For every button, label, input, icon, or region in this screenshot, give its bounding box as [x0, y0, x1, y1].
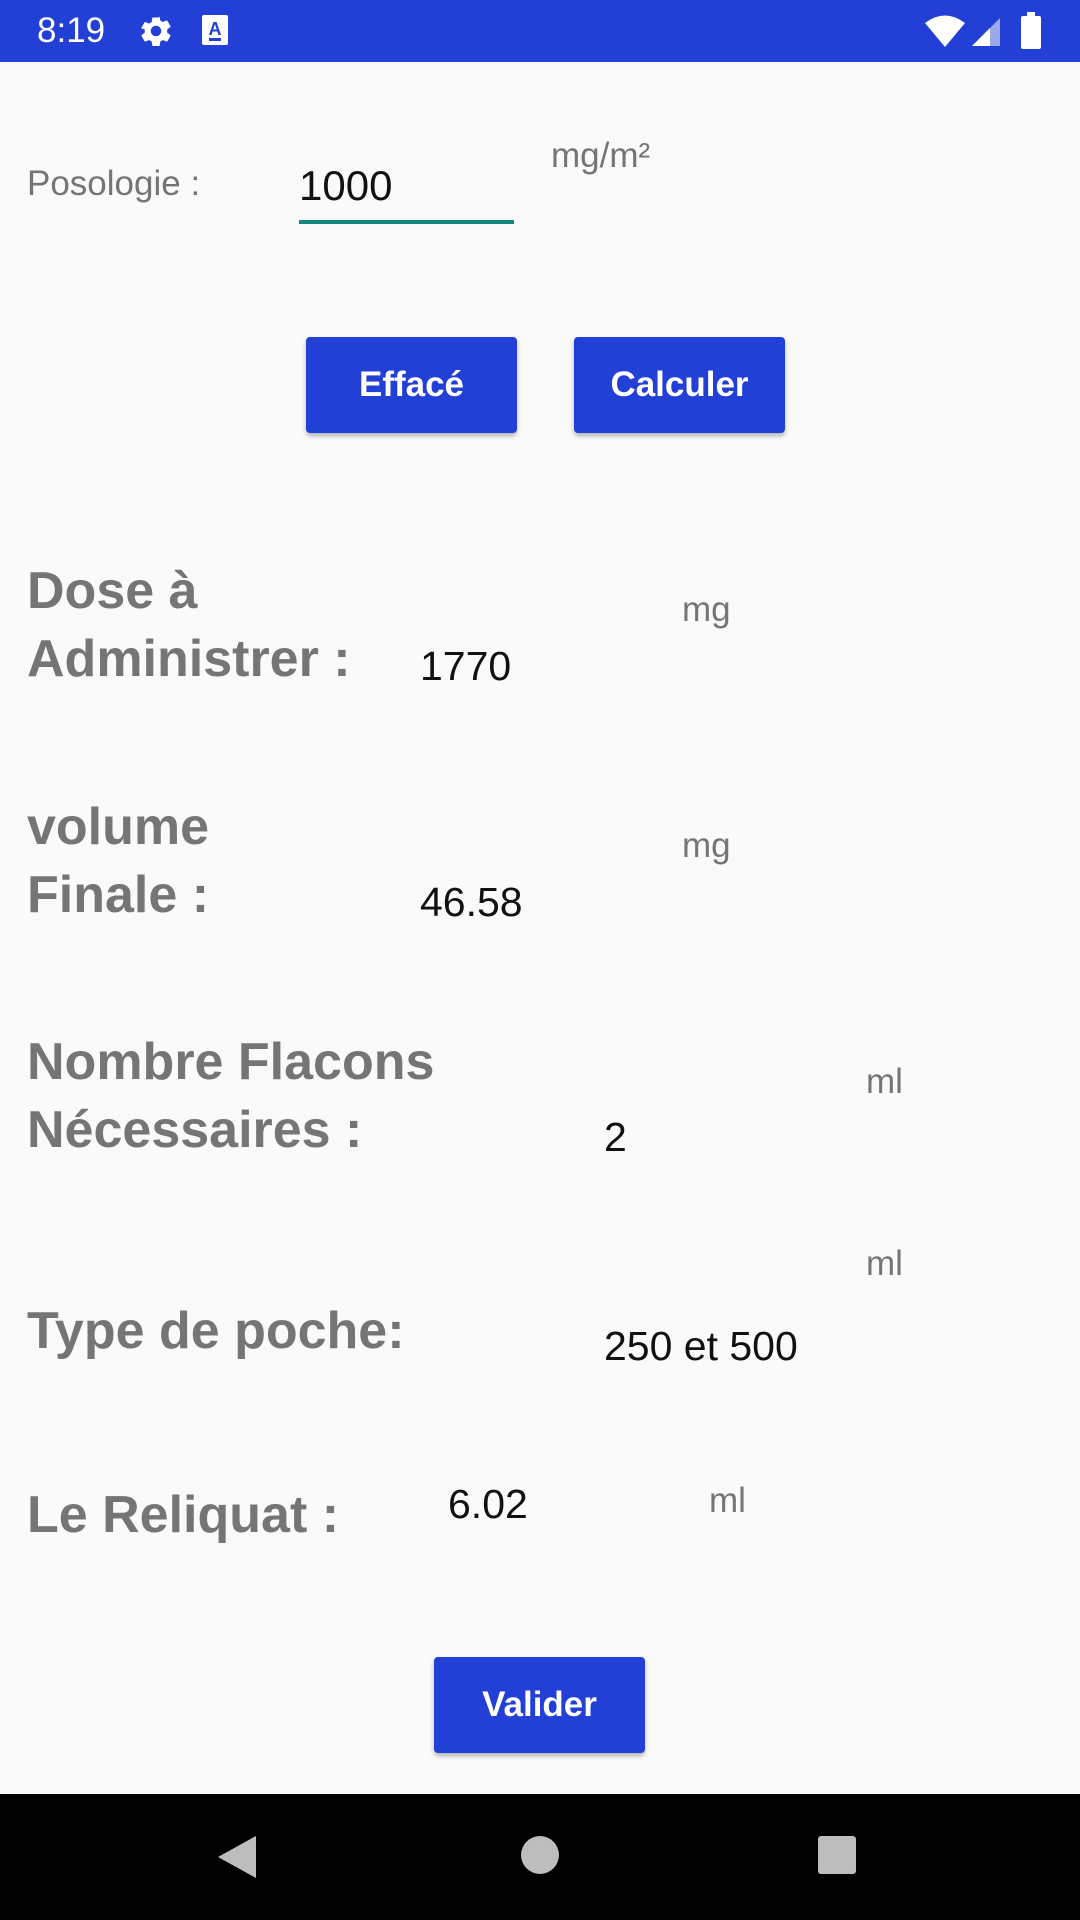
dose-label: Dose à Administrer : [27, 557, 351, 693]
signal-icon [970, 16, 1002, 53]
reliquat-value: 6.02 [448, 1481, 528, 1527]
posologie-input-field[interactable] [299, 158, 514, 224]
volume-label: volume Finale : [27, 793, 209, 929]
settings-icon [138, 13, 174, 54]
svg-text:A: A [209, 19, 222, 39]
status-bar: 8:19 A [0, 0, 1080, 62]
accessibility-icon: A [200, 13, 230, 52]
status-time: 8:19 [37, 11, 106, 50]
validate-button[interactable]: Valider [434, 1657, 645, 1753]
posologie-label: Posologie : [27, 164, 201, 203]
flacons-unit: ml [866, 1062, 903, 1101]
navigation-bar [0, 1794, 1080, 1920]
battery-icon [1020, 12, 1042, 55]
back-icon[interactable] [216, 1834, 258, 1885]
dose-value: 1770 [420, 643, 512, 689]
flacons-value: 2 [604, 1114, 627, 1160]
posologie-input[interactable] [299, 158, 514, 214]
flacons-label-line1: Nombre Flacons [27, 1033, 435, 1091]
app-screen: 8:19 A Posologie : mg/m² Effacé Calculer… [0, 0, 1080, 1920]
flacons-label: Nombre Flacons Nécessaires : [27, 1028, 434, 1164]
clear-button[interactable]: Effacé [306, 337, 517, 433]
volume-unit: mg [682, 826, 731, 865]
flacons-label-line2: Nécessaires : [27, 1101, 363, 1159]
wifi-icon [924, 14, 966, 53]
poche-unit: ml [866, 1244, 903, 1283]
volume-label-line1: volume [27, 798, 210, 856]
dose-unit: mg [682, 590, 731, 629]
poche-label: Type de poche: [27, 1302, 405, 1360]
reliquat-unit: ml [709, 1481, 746, 1520]
dose-label-line1: Dose à [27, 562, 198, 620]
posologie-unit: mg/m² [551, 136, 651, 175]
poche-value: 250 et 500 [604, 1323, 798, 1369]
home-icon[interactable] [519, 1834, 561, 1881]
calculate-button[interactable]: Calculer [574, 337, 785, 433]
reliquat-label: Le Reliquat : [27, 1486, 340, 1544]
volume-value: 46.58 [420, 879, 523, 925]
volume-label-line2: Finale : [27, 866, 210, 924]
dose-label-line2: Administrer : [27, 630, 351, 688]
recents-icon[interactable] [817, 1835, 857, 1880]
